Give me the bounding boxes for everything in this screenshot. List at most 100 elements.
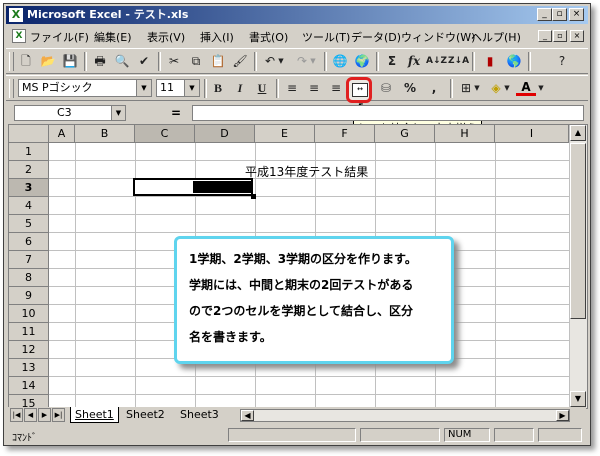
horizontal-scrollbar[interactable]: ◀ ▶ <box>240 409 570 422</box>
menu-format[interactable]: 書式(O) <box>249 29 288 45</box>
row-header[interactable]: 12 <box>9 341 49 359</box>
menu-window[interactable]: ウィンドウ(W) <box>401 29 475 45</box>
doc-minimize-button[interactable]: _ <box>538 30 552 42</box>
borders-dropdown-icon[interactable]: ▼ <box>472 79 482 98</box>
select-all-corner[interactable] <box>9 125 49 143</box>
menu-edit[interactable]: 編集(E) <box>94 29 132 45</box>
currency-icon[interactable]: ⛁ <box>376 79 396 98</box>
close-button[interactable]: × <box>569 8 584 21</box>
column-header[interactable]: D <box>195 125 255 143</box>
comma-button[interactable]: , <box>424 79 444 98</box>
toolbar-grip-2[interactable] <box>9 79 14 98</box>
web-toolbar-icon[interactable]: 🌍 <box>352 52 372 71</box>
copy-icon[interactable]: ⧉ <box>186 52 206 71</box>
maximize-button[interactable]: ▫ <box>552 8 567 21</box>
column-header[interactable]: F <box>315 125 375 143</box>
row-header[interactable]: 9 <box>9 287 49 305</box>
last-sheet-icon[interactable]: ▶| <box>52 408 65 422</box>
sort-descending-icon[interactable]: Z↓A <box>448 52 469 71</box>
row-header[interactable]: 8 <box>9 269 49 287</box>
column-header[interactable]: A <box>49 125 75 143</box>
bold-button[interactable]: B <box>208 79 228 98</box>
vertical-scrollbar[interactable]: ▲ ▼ <box>569 125 587 408</box>
scroll-up-icon[interactable]: ▲ <box>570 125 586 141</box>
chevron-down-icon[interactable]: ▼ <box>184 80 199 96</box>
font-color-icon[interactable]: A <box>516 79 536 96</box>
column-header[interactable]: G <box>375 125 435 143</box>
title-bar[interactable]: X Microsoft Excel - テスト.xls _ ▫ × <box>6 6 588 24</box>
office-assistant-icon[interactable]: ? <box>552 52 572 71</box>
menu-view[interactable]: 表示(V) <box>147 29 185 45</box>
row-header[interactable]: 1 <box>9 143 49 161</box>
underline-button[interactable]: U <box>252 79 272 98</box>
formula-input[interactable] <box>192 105 584 121</box>
menu-help[interactable]: ヘルプ(H) <box>471 29 521 45</box>
hyperlink-icon[interactable]: 🌐 <box>330 52 350 71</box>
map-icon[interactable]: 🌎 <box>504 52 524 71</box>
column-header[interactable]: H <box>435 125 495 143</box>
row-header[interactable]: 3 <box>9 179 49 197</box>
fill-handle[interactable] <box>251 194 256 199</box>
title-cell[interactable]: 平成13年度テスト結果 <box>245 163 368 180</box>
scroll-left-icon[interactable]: ◀ <box>241 410 254 421</box>
minimize-button[interactable]: _ <box>537 8 552 21</box>
row-header[interactable]: 7 <box>9 251 49 269</box>
scroll-down-icon[interactable]: ▼ <box>570 391 586 407</box>
format-painter-icon[interactable]: 🖌 <box>230 52 250 71</box>
excel-app-icon[interactable]: X <box>9 8 23 22</box>
document-icon[interactable]: X <box>12 29 26 43</box>
undo-dropdown-icon[interactable]: ▼ <box>276 52 286 71</box>
align-left-icon[interactable]: ≡ <box>282 79 302 98</box>
menu-data[interactable]: データ(D) <box>351 29 401 45</box>
font-size-select[interactable]: 11 ▼ <box>156 79 200 97</box>
name-box[interactable]: C3 ▼ <box>14 105 126 121</box>
column-header[interactable]: B <box>75 125 135 143</box>
sort-ascending-icon[interactable]: A↓Z <box>426 52 447 71</box>
column-header[interactable]: E <box>255 125 315 143</box>
chart-wizard-icon[interactable]: ▮ <box>480 52 500 71</box>
scroll-right-icon[interactable]: ▶ <box>556 410 569 421</box>
prev-sheet-icon[interactable]: ◀ <box>24 408 37 422</box>
doc-restore-button[interactable]: ▫ <box>553 30 567 42</box>
print-preview-icon[interactable]: 🔍 <box>112 52 132 71</box>
chevron-down-icon[interactable]: ▼ <box>136 80 151 96</box>
fill-dropdown-icon[interactable]: ▼ <box>502 79 512 98</box>
open-icon[interactable]: 📂 <box>38 52 58 71</box>
row-header[interactable]: 10 <box>9 305 49 323</box>
column-header[interactable]: I <box>495 125 569 143</box>
chevron-down-icon[interactable]: ▼ <box>111 106 125 120</box>
row-header[interactable]: 2 <box>9 161 49 179</box>
next-sheet-icon[interactable]: ▶ <box>38 408 51 422</box>
row-header[interactable]: 13 <box>9 359 49 377</box>
paste-icon[interactable]: 📋 <box>208 52 228 71</box>
print-icon[interactable]: 🖶 <box>90 52 110 71</box>
function-icon[interactable]: fx <box>404 52 424 71</box>
tab-sheet3[interactable]: Sheet3 <box>176 407 223 422</box>
italic-button[interactable]: I <box>230 79 250 98</box>
menu-insert[interactable]: 挿入(I) <box>200 29 234 45</box>
font-color-dropdown-icon[interactable]: ▼ <box>536 79 546 98</box>
tab-sheet1[interactable]: Sheet1 <box>70 407 119 423</box>
save-icon[interactable]: 💾 <box>60 52 80 71</box>
font-name-select[interactable]: MS Pゴシック ▼ <box>18 79 152 97</box>
autosum-icon[interactable]: Σ <box>382 52 402 71</box>
tab-sheet2[interactable]: Sheet2 <box>122 407 169 422</box>
row-header[interactable]: 14 <box>9 377 49 395</box>
selected-range[interactable] <box>133 178 253 196</box>
align-center-icon[interactable]: ≡ <box>304 79 324 98</box>
row-header[interactable]: 4 <box>9 197 49 215</box>
row-header[interactable]: 6 <box>9 233 49 251</box>
row-header[interactable]: 5 <box>9 215 49 233</box>
toolbar-grip[interactable] <box>9 52 14 71</box>
spelling-icon[interactable]: ✔ <box>134 52 154 71</box>
doc-close-button[interactable]: × <box>570 30 584 42</box>
first-sheet-icon[interactable]: |◀ <box>10 408 23 422</box>
align-right-icon[interactable]: ≡ <box>326 79 346 98</box>
menu-file[interactable]: ファイル(F) <box>30 29 89 45</box>
column-header[interactable]: C <box>135 125 195 143</box>
menu-tools[interactable]: ツール(T) <box>302 29 350 45</box>
cut-icon[interactable]: ✂ <box>164 52 184 71</box>
equals-button[interactable]: = <box>171 106 181 120</box>
scroll-thumb[interactable] <box>570 143 586 319</box>
row-header[interactable]: 11 <box>9 323 49 341</box>
